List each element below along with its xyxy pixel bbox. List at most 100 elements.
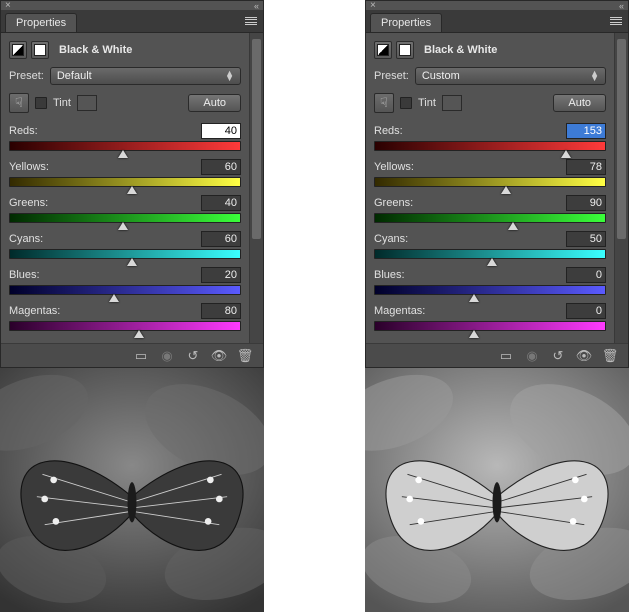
reset-icon[interactable]: ↺ [550,348,566,364]
tint-checkbox[interactable] [400,97,412,109]
magentas-slider[interactable] [9,321,241,331]
tint-color-swatch[interactable] [442,95,462,111]
yellows-thumb[interactable] [127,186,137,194]
panel-header-strip: × « [1,1,263,11]
reds-label: Reds: [374,125,403,137]
close-icon[interactable]: × [5,0,11,11]
adjustment-type-icon[interactable] [374,41,392,59]
cyans-thumb[interactable] [127,258,137,266]
greens-slider[interactable] [9,213,241,223]
view-previous-icon[interactable]: ◉ [159,348,175,364]
targeted-adjust-icon[interactable]: ☟ [374,93,394,113]
properties-panel: × « Properties Black & White Preset: Def… [0,0,264,368]
reds-thumb[interactable] [561,150,571,158]
properties-panel: × « Properties Black & White Preset: Cus… [365,0,629,368]
scrollbar-thumb[interactable] [617,39,626,239]
yellows-slider[interactable] [9,177,241,187]
tab-properties[interactable]: Properties [5,13,77,32]
dropdown-arrow-icon: ▲▼ [590,71,599,81]
preview-image [365,368,629,612]
reds-value[interactable]: 153 [566,123,606,139]
reds-slider[interactable] [374,141,606,151]
delete-icon[interactable]: 🗑 [237,348,253,364]
preset-select[interactable]: Custom ▲▼ [415,67,606,85]
blues-value[interactable]: 20 [201,267,241,283]
panel-menu-icon[interactable] [608,15,624,27]
yellows-thumb[interactable] [501,186,511,194]
clip-to-layer-icon[interactable]: ▭ [498,348,514,364]
reds-label: Reds: [9,125,38,137]
scrollbar[interactable] [614,33,628,343]
reds-slider[interactable] [9,141,241,151]
layer-mask-icon[interactable] [31,41,49,59]
yellows-label: Yellows: [374,161,414,173]
preset-label: Preset: [374,70,409,82]
cyans-label: Cyans: [374,233,408,245]
toggle-visibility-icon[interactable]: 👁 [576,348,592,364]
preview-image [0,368,264,612]
preset-select[interactable]: Default ▲▼ [50,67,241,85]
greens-slider[interactable] [374,213,606,223]
collapse-icon[interactable]: « [619,1,624,11]
auto-button[interactable]: Auto [553,94,606,112]
blues-slider[interactable] [9,285,241,295]
reds-value[interactable]: 40 [201,123,241,139]
adjustment-type-icon[interactable] [9,41,27,59]
auto-button[interactable]: Auto [188,94,241,112]
preset-value: Custom [422,70,460,82]
panel-footer: ▭ ◉ ↺ 👁 🗑 [366,343,628,367]
delete-icon[interactable]: 🗑 [602,348,618,364]
greens-thumb[interactable] [118,222,128,230]
toggle-visibility-icon[interactable]: 👁 [211,348,227,364]
greens-thumb[interactable] [508,222,518,230]
greens-label: Greens: [9,197,48,209]
blues-thumb[interactable] [469,294,479,302]
targeted-adjust-icon[interactable]: ☟ [9,93,29,113]
layer-mask-icon[interactable] [396,41,414,59]
tint-color-swatch[interactable] [77,95,97,111]
reds-thumb[interactable] [118,150,128,158]
yellows-slider[interactable] [374,177,606,187]
greens-value[interactable]: 90 [566,195,606,211]
view-previous-icon[interactable]: ◉ [524,348,540,364]
greens-value[interactable]: 40 [201,195,241,211]
magentas-value[interactable]: 80 [201,303,241,319]
reset-icon[interactable]: ↺ [185,348,201,364]
scrollbar[interactable] [249,33,263,343]
adjustment-title: Black & White [424,44,497,56]
magentas-thumb[interactable] [469,330,479,338]
tint-label: Tint [418,97,436,109]
blues-value[interactable]: 0 [566,267,606,283]
magentas-thumb[interactable] [134,330,144,338]
cyans-slider[interactable] [9,249,241,259]
yellows-value[interactable]: 78 [566,159,606,175]
magentas-label: Magentas: [374,305,425,317]
adjustment-header: Black & White [374,41,606,59]
panel-footer: ▭ ◉ ↺ 👁 🗑 [1,343,263,367]
magentas-value[interactable]: 0 [566,303,606,319]
blues-label: Blues: [374,269,405,281]
yellows-value[interactable]: 60 [201,159,241,175]
yellows-label: Yellows: [9,161,49,173]
blues-label: Blues: [9,269,40,281]
tab-properties[interactable]: Properties [370,13,442,32]
cyans-label: Cyans: [9,233,43,245]
cyans-value[interactable]: 50 [566,231,606,247]
collapse-icon[interactable]: « [254,1,259,11]
close-icon[interactable]: × [370,0,376,11]
tint-label: Tint [53,97,71,109]
cyans-value[interactable]: 60 [201,231,241,247]
cyans-thumb[interactable] [487,258,497,266]
clip-to-layer-icon[interactable]: ▭ [133,348,149,364]
cyans-slider[interactable] [374,249,606,259]
scrollbar-thumb[interactable] [252,39,261,239]
magentas-label: Magentas: [9,305,60,317]
tab-bar: Properties [366,11,628,33]
magentas-slider[interactable] [374,321,606,331]
blues-slider[interactable] [374,285,606,295]
panel-header-strip: × « [366,1,628,11]
tab-bar: Properties [1,11,263,33]
tint-checkbox[interactable] [35,97,47,109]
panel-menu-icon[interactable] [243,15,259,27]
blues-thumb[interactable] [109,294,119,302]
